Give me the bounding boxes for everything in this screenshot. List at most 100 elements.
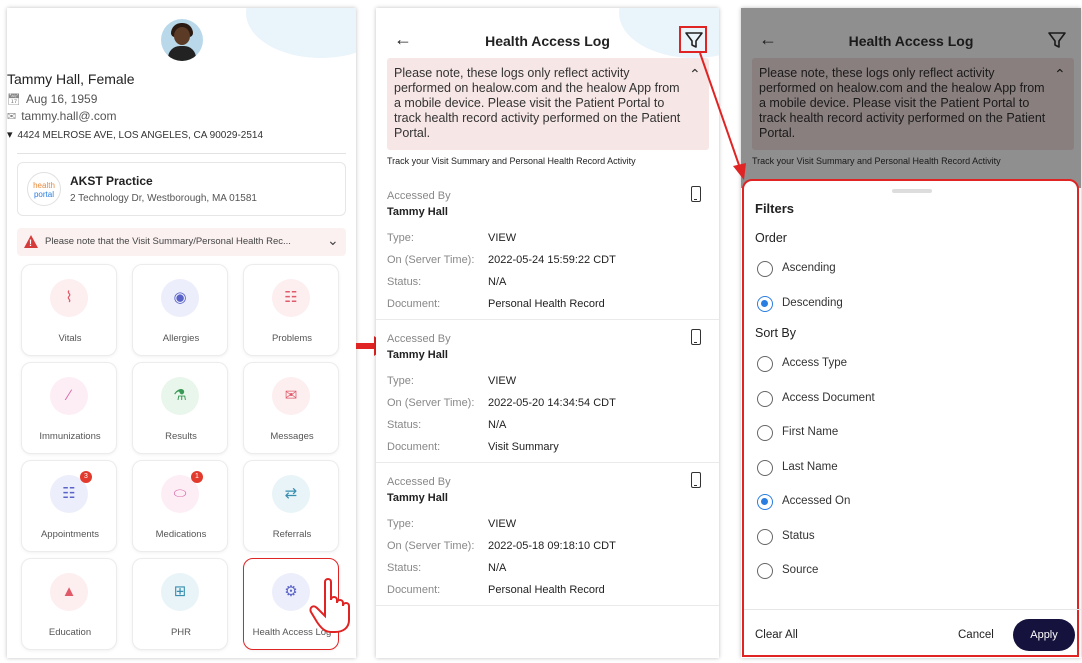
radio-label: Ascending	[782, 262, 836, 274]
status-value: N/A	[488, 562, 507, 574]
warning-banner[interactable]: ! Please note that the Visit Summary/Per…	[17, 228, 346, 256]
tile-results[interactable]: ⚗ Results	[132, 362, 228, 454]
type-label: Type:	[387, 375, 414, 387]
chevron-up-icon[interactable]: ⌃	[689, 66, 701, 83]
server-time-label: On (Server Time):	[387, 397, 475, 409]
accessed-by-label: Accessed By	[387, 190, 451, 202]
practice-card[interactable]: health portal AKST Practice 2 Technology …	[17, 162, 346, 216]
type-value: VIEW	[488, 518, 517, 530]
tile-education[interactable]: ▲ Education	[21, 558, 117, 650]
tile-label: PHR	[170, 627, 192, 638]
healthportal-logo: health portal	[27, 172, 61, 206]
chevron-down-icon[interactable]: ⌄	[327, 232, 339, 249]
tile-label: Problems	[271, 333, 313, 344]
radio-empty-icon[interactable]	[757, 261, 773, 277]
practice-name: AKST Practice	[70, 174, 153, 188]
document-label: Document:	[387, 584, 441, 596]
decorative-blob	[246, 8, 356, 58]
mobile-device-icon	[691, 329, 701, 345]
notification-badge: 1	[191, 471, 203, 483]
radio-empty-icon[interactable]	[757, 356, 773, 372]
graduation-cap-icon: ▲	[50, 573, 88, 611]
tile-label: Results	[165, 431, 197, 442]
notice-text: Please note, these logs only reflect act…	[759, 66, 1046, 140]
type-label: Type:	[387, 232, 414, 244]
accessed-by-label: Accessed By	[387, 476, 451, 488]
radio-selected-icon[interactable]	[757, 296, 773, 312]
hand-pointer-icon	[309, 578, 350, 633]
tile-problems[interactable]: ☷ Problems	[243, 264, 339, 356]
filters-screen: ← Health Access Log Please note, these l…	[741, 8, 1081, 658]
server-time-value: 2022-05-20 14:34:54 CDT	[488, 397, 616, 409]
radio-label: Accessed On	[782, 495, 851, 507]
radio-label: Descending	[782, 297, 843, 309]
phr-icon: ⊞	[161, 573, 199, 611]
mobile-device-icon	[691, 472, 701, 488]
server-time-label: On (Server Time):	[387, 540, 475, 552]
filters-title: Filters	[755, 201, 795, 216]
cancel-button[interactable]: Cancel	[958, 629, 994, 641]
order-heading: Order	[755, 231, 787, 245]
patient-name: Tammy Hall, Female	[7, 71, 135, 87]
radio-empty-icon[interactable]	[757, 425, 773, 441]
home-screen: Tammy Hall, Female 📅︎ Aug 16, 1959 ✉ tammy…	[7, 8, 356, 658]
envelope-icon: ✉	[272, 377, 310, 415]
chevron-up-icon: ⌃	[1054, 66, 1066, 82]
track-text: Track your Visit Summary and Personal He…	[752, 156, 1001, 166]
tile-appointments[interactable]: ☷ 3 Appointments	[21, 460, 117, 552]
accessed-by-value: Tammy Hall	[387, 492, 448, 504]
radio-empty-icon[interactable]	[757, 390, 773, 407]
apply-button[interactable]: Apply	[1013, 619, 1075, 651]
document-value: Personal Health Record	[488, 298, 605, 310]
radio-label: Source	[782, 564, 819, 576]
tile-immunizations[interactable]: ∕ Immunizations	[21, 362, 117, 454]
vitals-icon: ⌇	[50, 279, 88, 317]
warning-text: Please note that the Visit Summary/Perso…	[45, 236, 291, 247]
log-entry[interactable]: Accessed By Tammy Hall Type: VIEW On (Server…	[376, 323, 719, 463]
radio-label: Status	[782, 529, 815, 542]
drag-handle[interactable]	[892, 189, 932, 193]
accessed-by-value: Tammy Hall	[387, 349, 448, 361]
clear-all-button[interactable]: Clear All	[755, 629, 798, 641]
tile-allergies[interactable]: ◉ Allergies	[132, 264, 228, 356]
practice-address: 2 Technology Dr, Westborough, MA 01581	[70, 193, 257, 204]
page-title: Health Access Log	[485, 33, 610, 49]
dimmed-background[interactable]: ← Health Access Log Please note, these l…	[741, 8, 1081, 188]
calendar-icon: 📅︎	[7, 94, 21, 106]
tile-medications[interactable]: ⬭ 1 Medications	[132, 460, 228, 552]
referrals-icon: ⇄	[272, 475, 310, 513]
patient-address: ▾ 4424 MELROSE AVE, LOS ANGELES, CA 90029…	[7, 129, 264, 141]
server-time-value: 2022-05-18 09:18:10 CDT	[488, 540, 616, 552]
tile-vitals[interactable]: ⌇ Vitals	[21, 264, 117, 356]
mobile-device-icon	[691, 186, 701, 202]
radio-empty-icon[interactable]	[757, 459, 773, 476]
allergies-icon: ◉	[161, 279, 199, 317]
warning-icon: !	[24, 235, 38, 248]
tile-referrals[interactable]: ⇄ Referrals	[243, 460, 339, 552]
log-entry[interactable]: Accessed By Tammy Hall Type: VIEW On (Server…	[376, 180, 719, 320]
tile-phr[interactable]: ⊞ PHR	[132, 558, 228, 650]
syringe-icon: ∕	[50, 377, 88, 415]
notice-text: Please note, these logs only reflect act…	[394, 66, 681, 140]
patient-email: ✉ tammy.hall@.com	[7, 109, 117, 123]
health-access-log-icon: ⚙	[272, 573, 310, 611]
problems-icon: ☷	[272, 279, 310, 317]
type-value: VIEW	[488, 232, 517, 244]
log-entry[interactable]: Accessed By Tammy Hall Type: VIEW On (Server…	[376, 466, 719, 606]
type-value: VIEW	[488, 375, 517, 387]
filter-highlight-box	[679, 26, 707, 53]
red-arrow	[356, 343, 376, 349]
notice-box: Please note, these logs only reflect act…	[752, 58, 1074, 150]
track-text: Track your Visit Summary and Personal He…	[387, 156, 636, 166]
radio-label: Access Type	[782, 357, 847, 369]
sort-by-heading: Sort By	[755, 326, 796, 340]
type-label: Type:	[387, 518, 414, 530]
tile-label: Appointments	[40, 529, 100, 540]
radio-selected-icon[interactable]	[757, 494, 773, 510]
document-label: Document:	[387, 298, 441, 310]
radio-empty-icon[interactable]	[757, 528, 773, 545]
radio-empty-icon[interactable]	[757, 563, 773, 579]
tile-messages[interactable]: ✉ Messages	[243, 362, 339, 454]
avatar[interactable]	[161, 19, 203, 61]
tile-label: Vitals	[58, 333, 82, 344]
